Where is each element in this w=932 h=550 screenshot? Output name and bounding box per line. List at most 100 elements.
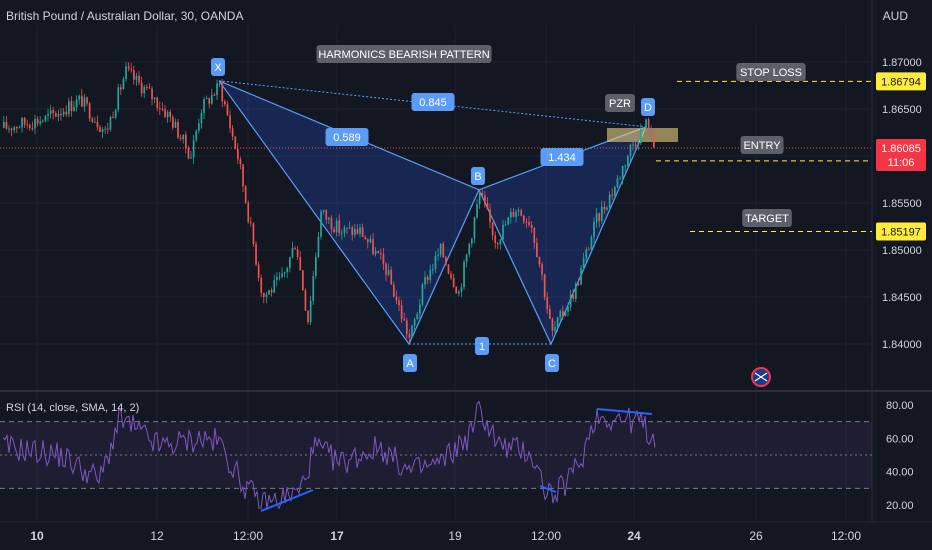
candle-body (348, 227, 351, 229)
candle-body (164, 109, 166, 118)
candle-body (502, 224, 504, 240)
candle-body (369, 239, 372, 243)
candle-body (192, 140, 195, 158)
candle-body (268, 290, 270, 295)
candle-body (536, 242, 538, 258)
candle-body (434, 255, 437, 269)
candle-body (161, 109, 164, 111)
candle-body (153, 97, 156, 100)
candle-body (606, 207, 608, 210)
candle-body (133, 70, 135, 80)
candle-body (439, 243, 442, 255)
candle-body (213, 94, 216, 96)
candle-body (575, 283, 577, 299)
candle-body (75, 99, 78, 108)
rsi-tick-label: 20.00 (886, 500, 914, 512)
point-b-label: B (474, 171, 481, 183)
candle-body (486, 203, 489, 210)
candle-body (374, 250, 377, 255)
candle-body (385, 263, 387, 275)
price-tick-label: 1.84500 (882, 292, 922, 304)
candle-body (580, 268, 582, 285)
candle-body (341, 232, 343, 234)
candle-body (382, 254, 385, 264)
candle-body (460, 287, 463, 292)
candle-body (549, 309, 551, 319)
candle-body (146, 87, 148, 89)
candle-body (611, 194, 614, 196)
chart-canvas[interactable]: STOP LOSS ENTRY TARGET HARMONICS BEARISH PA… (0, 0, 932, 550)
candle-body (338, 220, 341, 234)
candle-body (44, 115, 47, 121)
candle-body (598, 213, 601, 222)
candle-body (465, 254, 468, 262)
candle-body (393, 284, 395, 297)
candle-body (572, 294, 575, 299)
price-tick-label: 1.87000 (882, 57, 922, 69)
candle-body (312, 276, 315, 301)
candle-body (406, 320, 408, 334)
rsi-pane (0, 400, 872, 512)
candle-body (442, 243, 445, 258)
candle-body (229, 115, 231, 129)
candle-body (265, 294, 268, 297)
price-tick-label: 1.85500 (882, 198, 922, 210)
target-label: TARGET (745, 213, 789, 225)
candle-body (49, 110, 52, 114)
candle-body (70, 101, 73, 112)
candle-body (166, 111, 169, 118)
candle-body (88, 103, 91, 119)
candle-body (595, 213, 598, 222)
candle-body (328, 217, 330, 220)
candle-body (437, 254, 439, 256)
candle-body (8, 128, 10, 130)
candle-body (299, 256, 302, 271)
candle-body (185, 134, 187, 149)
candle-body (307, 310, 309, 323)
candle-body (569, 294, 572, 307)
candle-body (463, 261, 465, 288)
candle-body (94, 121, 96, 123)
candle-body (289, 257, 291, 269)
candle-body (507, 217, 510, 225)
point-c-label: C (548, 358, 556, 370)
candle-body (23, 118, 26, 125)
candle-body (13, 127, 16, 131)
candle-body (156, 97, 159, 109)
price-tick-label: 1.86500 (882, 104, 922, 116)
candle-body (96, 121, 99, 128)
candle-body (450, 273, 452, 279)
candle-body (481, 192, 484, 196)
candle-body (182, 134, 185, 140)
candle-body (499, 239, 502, 245)
candle-body (21, 118, 23, 128)
candle-body (39, 121, 42, 124)
candle-body (330, 217, 333, 230)
point-x-label: X (214, 62, 222, 74)
candle-body (372, 239, 374, 255)
candle-body (55, 113, 57, 117)
candle-body (637, 143, 640, 147)
candle-body (601, 206, 603, 222)
candle-body (333, 229, 335, 233)
candle-body (216, 83, 218, 96)
candle-body (458, 291, 460, 294)
candle-body (255, 244, 257, 265)
candle-body (419, 304, 421, 315)
candle-body (619, 178, 621, 180)
candle-body (356, 229, 359, 234)
candle-body (78, 95, 81, 100)
candle-body (413, 319, 416, 326)
candle-body (517, 210, 520, 212)
candle-body (208, 98, 211, 104)
harmonic-pattern (218, 80, 647, 346)
point-a-label: A (406, 358, 414, 370)
candle-body (650, 131, 653, 135)
candle-body (276, 277, 278, 281)
candle-body (60, 113, 62, 115)
candle-body (286, 268, 289, 273)
candle-body (26, 124, 29, 126)
candle-body (242, 164, 244, 187)
candle-body (512, 211, 515, 217)
candle-body (634, 144, 637, 147)
